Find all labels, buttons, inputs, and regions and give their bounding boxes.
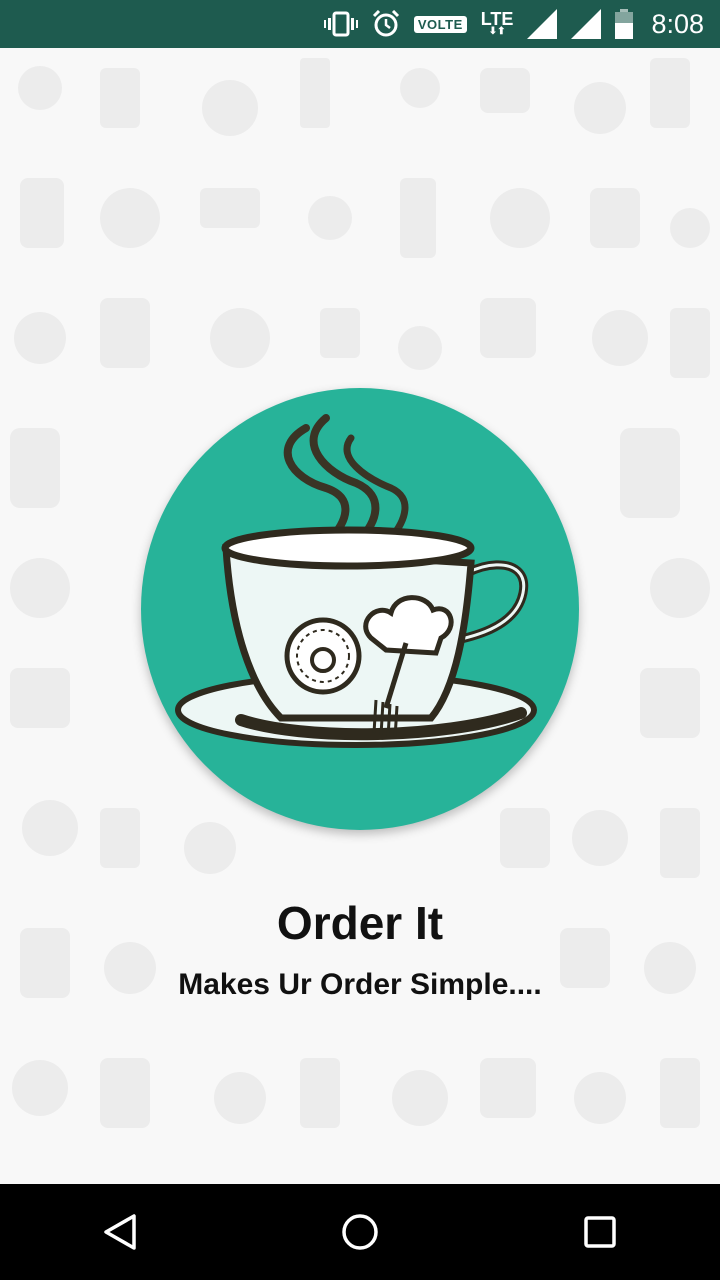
lte-icon: LTE ⬇⬆ xyxy=(480,9,514,37)
battery-icon xyxy=(615,9,634,39)
vibrate-icon xyxy=(323,11,358,37)
status-bar: VOLTE LTE ⬇⬆ 8:08 xyxy=(0,0,720,48)
app-tagline: Makes Ur Order Simple.... xyxy=(178,968,542,1001)
signal-icon xyxy=(527,9,558,39)
recents-icon xyxy=(584,1216,616,1248)
coffee-cup-icon xyxy=(175,414,537,748)
data-arrows-icon: ⬇⬆ xyxy=(488,26,506,37)
home-button[interactable] xyxy=(320,1192,400,1272)
recents-button[interactable] xyxy=(560,1192,640,1272)
navigation-bar xyxy=(0,1184,720,1280)
signal-icon xyxy=(571,9,602,39)
back-button[interactable] xyxy=(80,1192,160,1272)
logo-circle xyxy=(141,388,579,830)
app-title: Order It xyxy=(276,897,444,949)
splash-screen xyxy=(0,48,720,1184)
coffee-cup-logo xyxy=(141,388,579,830)
lte-label: LTE xyxy=(480,9,514,29)
clock: 8:08 xyxy=(651,8,704,39)
alarm-icon xyxy=(372,10,400,38)
home-icon xyxy=(342,1214,378,1250)
volte-badge: VOLTE xyxy=(413,15,467,33)
back-icon xyxy=(104,1214,136,1250)
